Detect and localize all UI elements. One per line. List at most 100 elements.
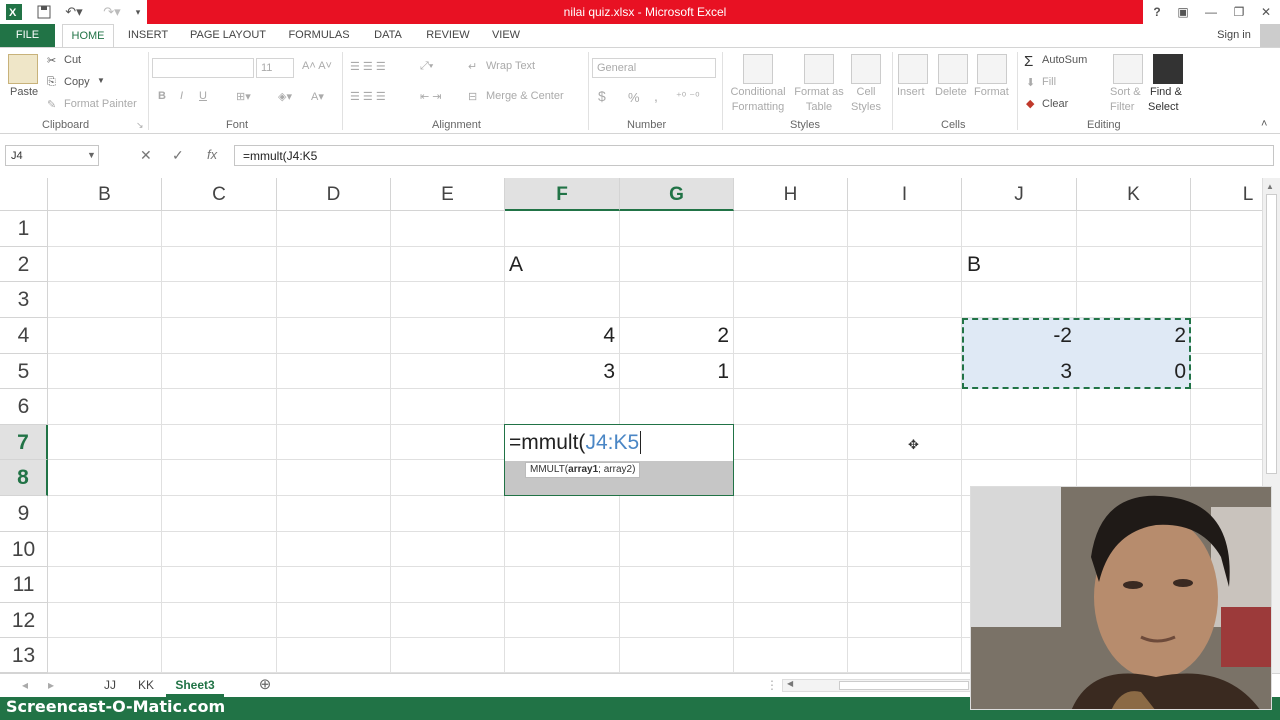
tab-view[interactable]: VIEW	[486, 24, 526, 47]
cell-k5[interactable]: 0	[1077, 360, 1186, 384]
name-box[interactable]: J4	[5, 145, 99, 166]
row-header-1[interactable]: 1	[0, 211, 48, 247]
wrap-text-button[interactable]: Wrap Text	[486, 60, 535, 72]
select-all-button[interactable]	[0, 178, 48, 211]
underline-button[interactable]: U	[199, 90, 207, 102]
undo-icon[interactable]: ↶▾	[62, 3, 86, 21]
enter-formula-button[interactable]: ✓	[172, 147, 184, 164]
paste-icon[interactable]	[8, 54, 38, 84]
save-icon[interactable]	[34, 3, 54, 21]
row-header-13[interactable]: 13	[0, 638, 48, 673]
format-as-table-icon[interactable]	[804, 54, 834, 84]
find-select-label2[interactable]: Select	[1148, 101, 1179, 113]
sign-in-link[interactable]: Sign in	[1210, 24, 1258, 47]
column-header-j[interactable]: J	[962, 178, 1077, 211]
column-header-l[interactable]: L	[1191, 178, 1262, 211]
cut-icon[interactable]: ✂	[47, 54, 56, 67]
scroll-up-icon[interactable]: ▲	[1266, 182, 1274, 191]
column-header-b[interactable]: B	[48, 178, 162, 211]
format-painter-icon[interactable]: ✎	[47, 98, 56, 111]
horizontal-scroll-thumb[interactable]	[839, 681, 969, 690]
sheet-tab-jj[interactable]: JJ	[96, 674, 124, 697]
scroll-left-icon[interactable]: ◀	[787, 679, 793, 688]
active-cell-editor[interactable]: =mmult(J4:K5 MMULT(array1; array2)	[504, 424, 734, 496]
formula-input[interactable]: =mmult(J4:K5	[234, 145, 1274, 166]
cell-f4[interactable]: 4	[505, 324, 615, 348]
wrap-text-icon[interactable]: ↵	[468, 60, 477, 73]
autosum-button[interactable]: AutoSum	[1042, 54, 1087, 66]
cell-styles-button[interactable]: Cell	[848, 86, 884, 98]
user-avatar-icon[interactable]	[1260, 24, 1280, 47]
cell-g5[interactable]: 1	[620, 360, 729, 384]
insert-cells-button[interactable]: Insert	[897, 86, 925, 98]
merge-icon[interactable]: ⊟	[468, 90, 477, 103]
next-sheet-icon[interactable]: ▸	[44, 674, 58, 697]
sort-filter-label2[interactable]: Filter	[1110, 101, 1134, 113]
tab-data[interactable]: DATA	[366, 24, 410, 47]
column-header-d[interactable]: D	[277, 178, 391, 211]
conditional-formatting-label2[interactable]: Formatting	[726, 101, 790, 113]
find-select-icon[interactable]	[1153, 54, 1183, 84]
vertical-scroll-thumb[interactable]	[1266, 194, 1277, 474]
cell-j5[interactable]: 3	[963, 360, 1072, 384]
number-format-combo[interactable]: General	[592, 58, 716, 78]
format-painter-button[interactable]: Format Painter	[64, 98, 137, 110]
cut-button[interactable]: Cut	[64, 54, 81, 66]
delete-cells-button[interactable]: Delete	[935, 86, 967, 98]
delete-cells-icon[interactable]	[938, 54, 968, 84]
borders-icon[interactable]: ⊞▾	[236, 90, 251, 103]
clear-button[interactable]: Clear	[1042, 98, 1068, 110]
format-as-table-label2[interactable]: Table	[792, 101, 846, 113]
autosum-icon[interactable]: Σ	[1024, 53, 1033, 70]
column-header-g[interactable]: G	[620, 178, 734, 211]
font-size-combo[interactable]: 11	[256, 58, 294, 78]
customize-qat-icon[interactable]: ▾	[132, 3, 144, 21]
grow-font-icon[interactable]: A˄ A˅	[302, 60, 332, 72]
row-header-10[interactable]: 10	[0, 532, 48, 567]
merge-center-button[interactable]: Merge & Center	[486, 90, 564, 102]
fill-button[interactable]: Fill	[1042, 76, 1056, 88]
row-header-9[interactable]: 9	[0, 496, 48, 532]
sort-filter-icon[interactable]	[1113, 54, 1143, 84]
cell-k4[interactable]: 2	[1077, 324, 1186, 348]
decimal-icon[interactable]: ⁺⁰ ⁻⁰	[676, 90, 700, 103]
paste-button[interactable]: Paste	[10, 86, 38, 98]
copy-button[interactable]: Copy	[64, 76, 90, 88]
font-name-combo[interactable]	[152, 58, 254, 78]
clipboard-launcher-icon[interactable]: ↘	[136, 120, 144, 131]
tab-split-icon[interactable]: ⋮	[766, 674, 778, 697]
conditional-formatting-button[interactable]: Conditional	[729, 86, 787, 98]
name-box-dropdown-icon[interactable]: ▼	[87, 150, 96, 160]
format-cells-button[interactable]: Format	[974, 86, 1009, 98]
row-header-7[interactable]: 7	[0, 425, 48, 460]
cell-styles-label2[interactable]: Styles	[846, 101, 886, 113]
insert-function-button[interactable]: fx	[207, 147, 217, 162]
redo-icon[interactable]: ↷▾	[100, 3, 124, 21]
row-header-11[interactable]: 11	[0, 567, 48, 603]
cell-edit-text[interactable]: =mmult(J4:K5	[509, 431, 642, 455]
font-color-icon[interactable]: A▾	[311, 90, 324, 103]
format-as-table-button[interactable]: Format as	[792, 86, 846, 98]
row-header-4[interactable]: 4	[0, 318, 48, 354]
clear-icon[interactable]: ◆	[1026, 97, 1034, 110]
percent-button[interactable]: %	[628, 90, 640, 105]
row-header-5[interactable]: 5	[0, 354, 48, 389]
cancel-formula-button[interactable]: ✕	[140, 147, 152, 164]
tooltip-arg1[interactable]: array1	[568, 464, 598, 475]
close-button[interactable]: ✕	[1253, 2, 1279, 22]
collapse-ribbon-icon[interactable]: ˄	[1261, 118, 1267, 130]
function-tooltip[interactable]: MMULT(array1; array2)	[525, 462, 641, 478]
sheet-tab-sheet3[interactable]: Sheet3	[166, 674, 224, 697]
row-header-3[interactable]: 3	[0, 282, 48, 318]
align-top-icon[interactable]: ☰ ☰ ☰	[350, 60, 386, 73]
column-header-e[interactable]: E	[391, 178, 505, 211]
conditional-formatting-icon[interactable]	[743, 54, 773, 84]
format-cells-icon[interactable]	[977, 54, 1007, 84]
restore-button[interactable]: ❐	[1226, 2, 1252, 22]
help-button[interactable]: ?	[1144, 2, 1170, 22]
cell-g4[interactable]: 2	[620, 324, 729, 348]
column-header-i[interactable]: I	[848, 178, 962, 211]
prev-sheet-icon[interactable]: ◂	[18, 674, 32, 697]
row-header-8[interactable]: 8	[0, 460, 48, 496]
horizontal-scrollbar[interactable]: ◀	[782, 679, 972, 692]
